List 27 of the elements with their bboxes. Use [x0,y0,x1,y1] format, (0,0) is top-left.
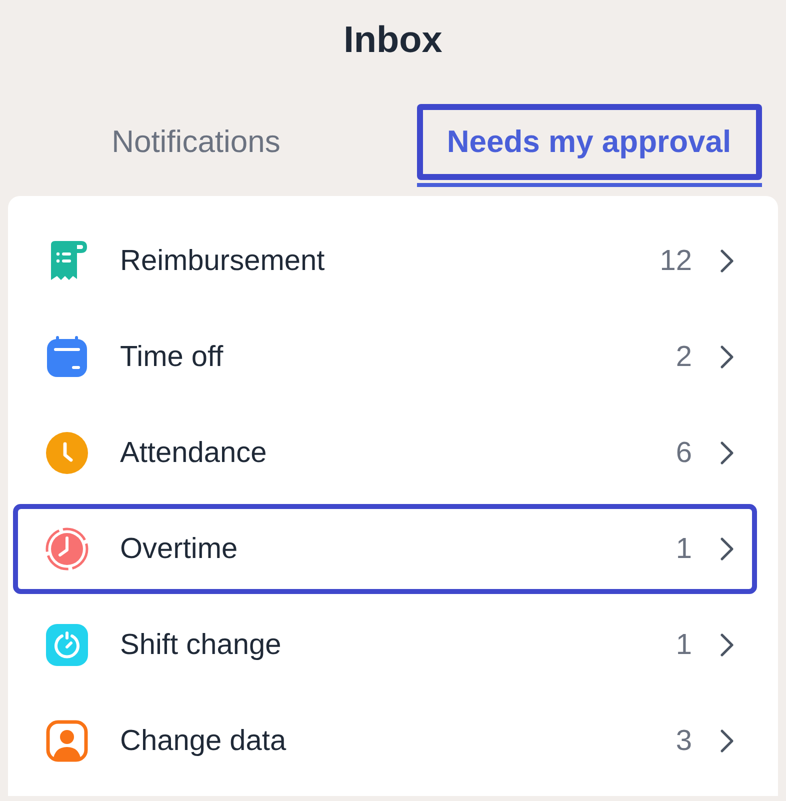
chevron-right-icon [720,729,734,753]
item-count: 12 [660,244,692,278]
item-count: 6 [676,436,692,470]
list-item[interactable]: Change data 3 [18,701,752,781]
list-item[interactable]: Reimbursement 12 [18,221,752,301]
item-count: 2 [676,340,692,374]
item-count: 1 [676,532,692,566]
chevron-right-icon [720,441,734,465]
list-item[interactable]: Overtime 1 [18,509,752,589]
item-label: Change data [120,724,288,758]
list-item[interactable]: Time off 2 [18,317,752,397]
list-item[interactable]: Shift change 1 [18,605,752,685]
chevron-right-icon [720,633,734,657]
tab[interactable]: Notifications [88,104,304,180]
item-label: Attendance [120,436,268,470]
item-label: Reimbursement [120,244,326,278]
chevron-right-icon [720,345,734,369]
chevron-right-icon [720,537,734,561]
page-title: Inbox [342,18,444,62]
item-label: Shift change [120,628,282,662]
item-label: Overtime [120,532,239,566]
tab[interactable]: Needs my approval [416,104,762,180]
item-count: 3 [676,724,692,758]
list-item[interactable]: Attendance 6 [18,413,752,493]
chevron-right-icon [720,249,734,273]
item-label: Time off [120,340,224,374]
item-count: 1 [676,628,692,662]
